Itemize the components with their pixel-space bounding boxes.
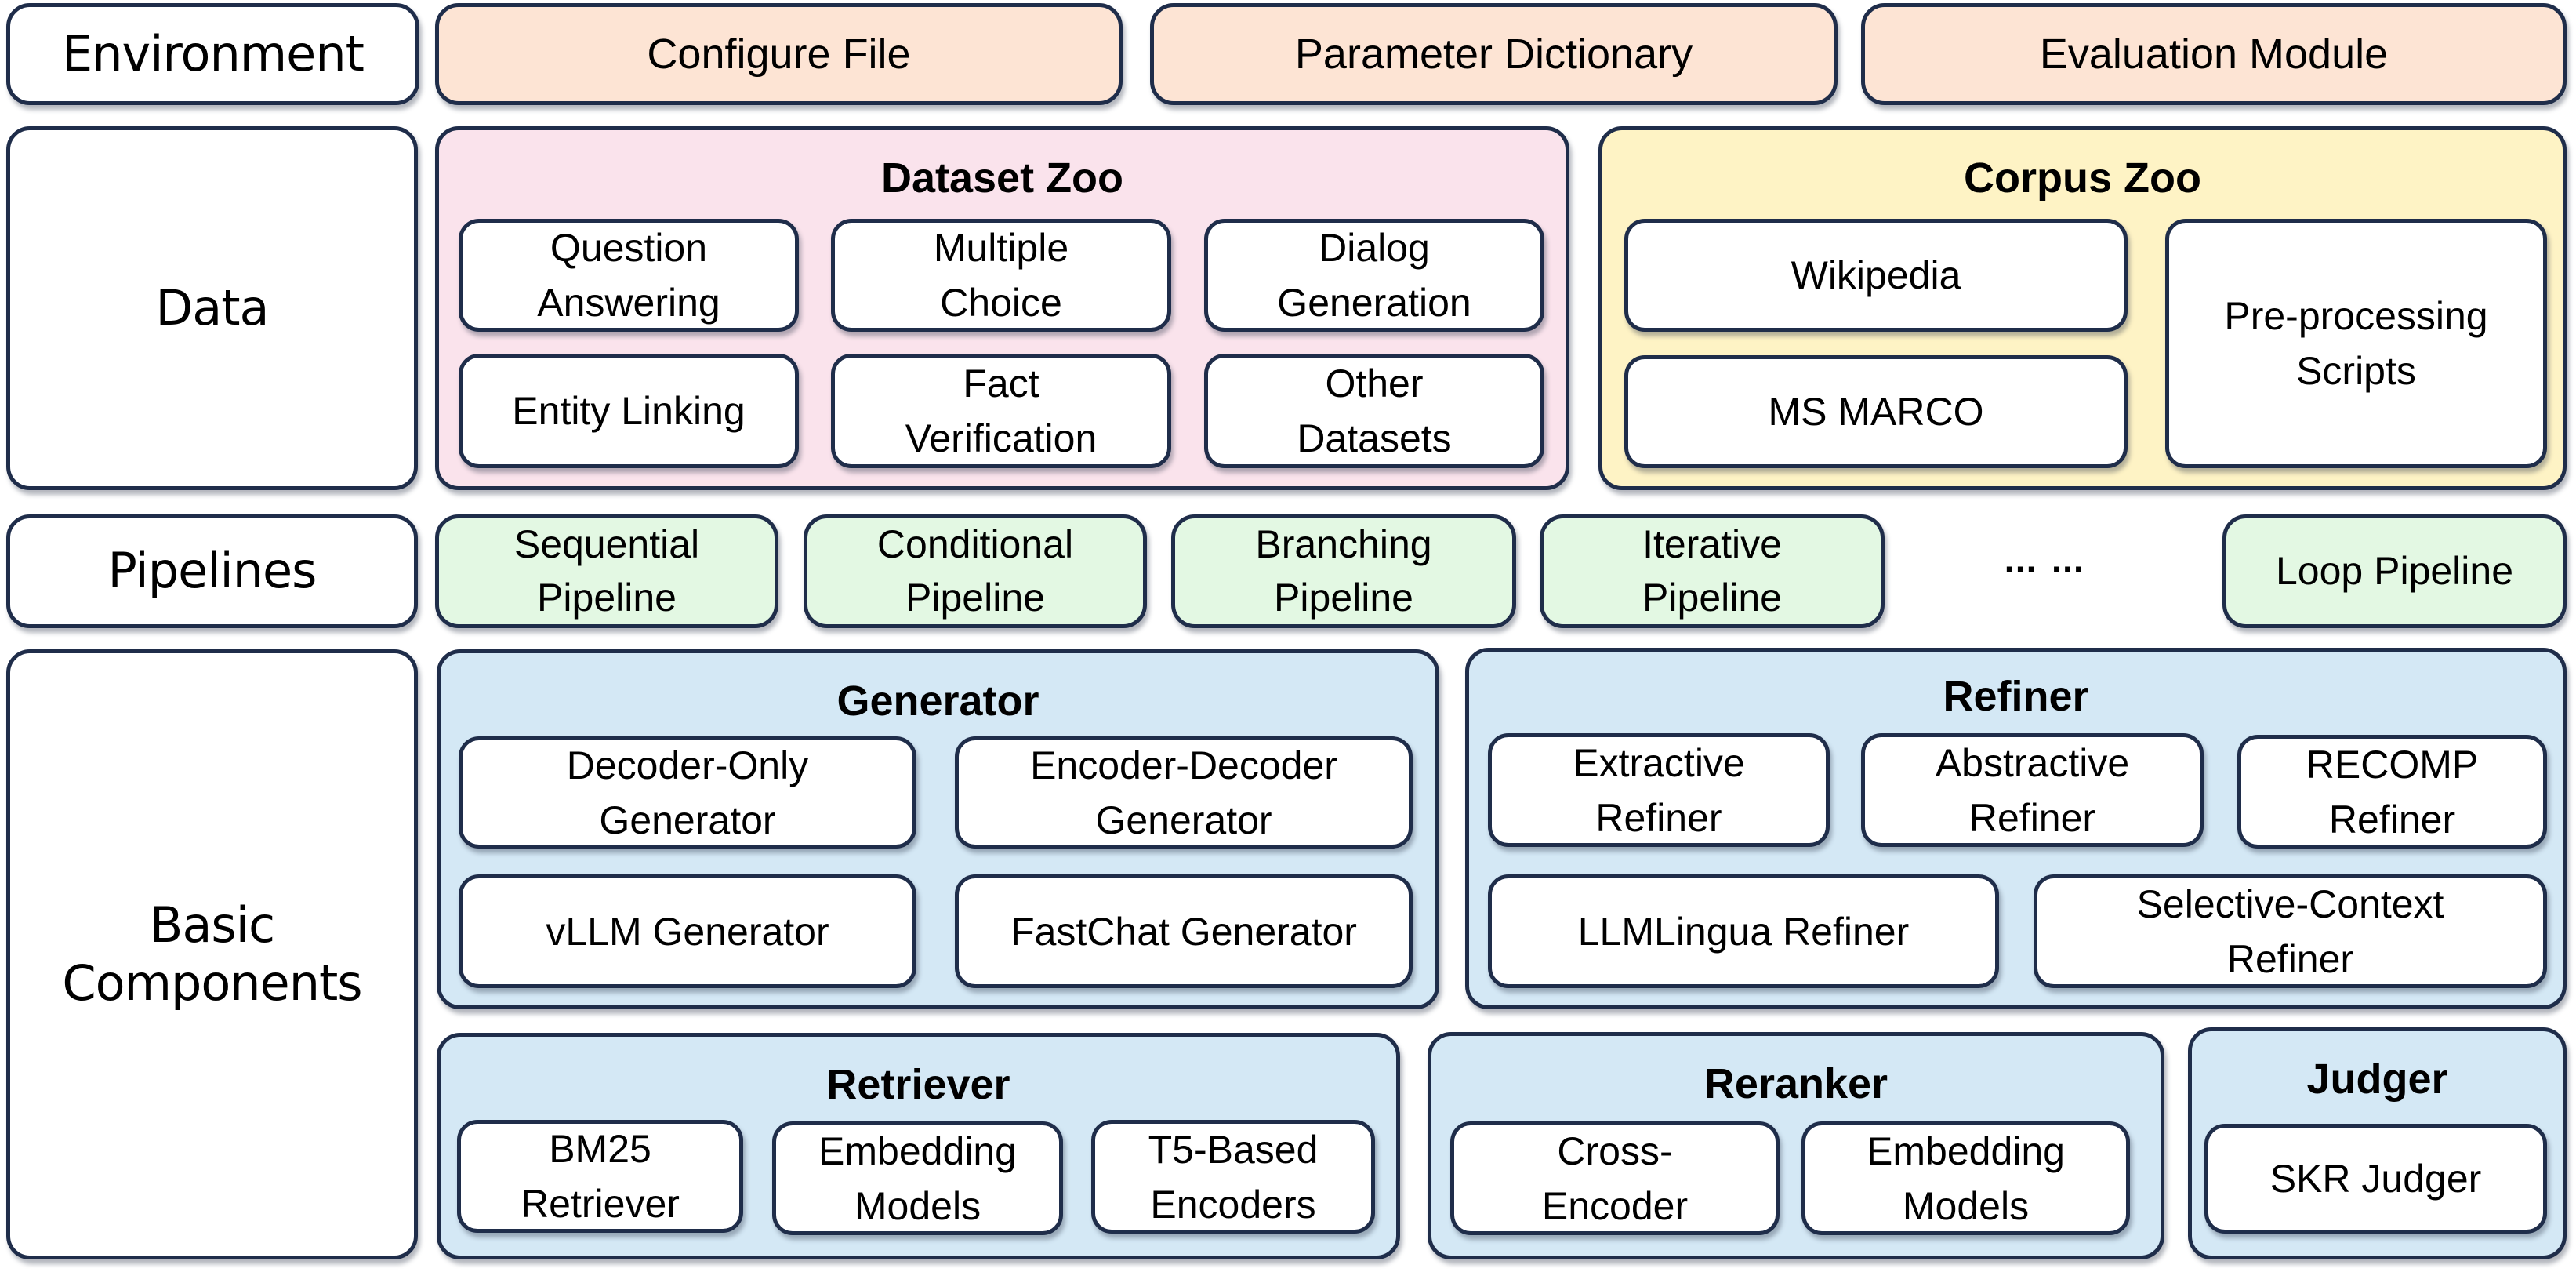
pipeline-branching-text: Branching Pipeline: [1255, 522, 1432, 620]
reranker-cross-encoder-text: Cross- Encoder: [1541, 1128, 1689, 1228]
generator-title: Generator: [836, 678, 1039, 725]
retriever-t5-based-encoders-text: T5-Based Encoders: [1148, 1127, 1319, 1227]
refiner-selective-context[interactable]: Selective-Context Refiner: [2034, 874, 2547, 988]
refiner-selective-context-text: Selective-Context Refiner: [2136, 881, 2444, 981]
corpus-ms-marco-text: MS MARCO: [1768, 390, 1984, 434]
pipeline-iterative-text: Iterative Pipeline: [1642, 522, 1782, 620]
retriever-t5-based-encoders[interactable]: T5-Based Encoders: [1091, 1120, 1375, 1234]
env-configure-file[interactable]: Configure File: [435, 3, 1123, 105]
judger-skr-text: SKR Judger: [2269, 1157, 2482, 1201]
dataset-entity-linking[interactable]: Entity Linking: [459, 354, 799, 468]
pipeline-loop-text: Loop Pipeline: [2275, 548, 2514, 593]
generator-fastchat-text: FastChat Generator: [1010, 909, 1357, 954]
retriever-bm25-text: BM25 Retriever: [521, 1127, 680, 1226]
dataset-fact-verification-text: Fact Verification: [905, 362, 1098, 460]
refiner-recomp[interactable]: RECOMP Refiner: [2237, 735, 2547, 849]
refiner-abstractive[interactable]: Abstractive Refiner: [1861, 733, 2204, 847]
dataset-multiple-choice-text: Multiple Choice: [933, 226, 1069, 325]
dataset-zoo-title: Dataset Zoo: [880, 154, 1124, 202]
dataset-entity-linking-text: Entity Linking: [512, 389, 746, 433]
generator-encoder-decoder[interactable]: Encoder-Decoder Generator: [955, 736, 1413, 849]
retriever-embedding-models[interactable]: Embedding Models: [772, 1121, 1063, 1235]
dataset-fact-verification[interactable]: Fact Verification: [831, 354, 1171, 468]
generator-fastchat[interactable]: FastChat Generator: [955, 874, 1413, 988]
generator-decoder-only[interactable]: Decoder-Only Generator: [459, 736, 916, 849]
reranker-embedding-models-text: Embedding Models: [1867, 1128, 2065, 1228]
generator-vllm-text: vLLM Generator: [546, 909, 829, 954]
dataset-multiple-choice[interactable]: Multiple Choice: [831, 219, 1171, 332]
refiner-extractive-text: Extractive Refiner: [1573, 740, 1745, 840]
row-label-pipelines-text: Pipelines: [107, 542, 317, 600]
retriever-embedding-models-text: Embedding Models: [818, 1128, 1017, 1228]
reranker-cross-encoder[interactable]: Cross- Encoder: [1450, 1121, 1780, 1235]
refiner-recomp-text: RECOMP Refiner: [2306, 742, 2479, 841]
generator-decoder-only-text: Decoder-Only Generator: [566, 743, 809, 842]
corpus-ms-marco[interactable]: MS MARCO: [1624, 355, 2128, 468]
refiner-llmlingua-text: LLMLingua Refiner: [1577, 909, 1910, 954]
pipeline-ellipsis: … …: [2003, 541, 2087, 580]
env-parameter-dictionary[interactable]: Parameter Dictionary: [1150, 3, 1838, 105]
row-label-pipelines: Pipelines: [6, 514, 418, 628]
env-evaluation-module-text: Evaluation Module: [2039, 31, 2389, 78]
refiner-abstractive-text: Abstractive Refiner: [1935, 740, 2130, 840]
dataset-dialog-generation[interactable]: Dialog Generation: [1204, 219, 1544, 332]
row-label-basic-components-text: Basic Components: [62, 896, 362, 1012]
dataset-other-datasets[interactable]: Other Datasets: [1204, 354, 1544, 468]
refiner-title: Refiner: [1943, 673, 2089, 720]
pipeline-conditional-text: Conditional Pipeline: [876, 522, 1074, 620]
pipeline-iterative[interactable]: Iterative Pipeline: [1540, 514, 1885, 628]
dataset-question-answering-text: Question Answering: [537, 226, 720, 325]
env-configure-file-text: Configure File: [647, 31, 911, 78]
reranker-title: Reranker: [1703, 1060, 1888, 1107]
pipeline-sequential[interactable]: Sequential Pipeline: [435, 514, 778, 628]
corpus-wikipedia[interactable]: Wikipedia: [1624, 219, 2128, 332]
judger-skr[interactable]: SKR Judger: [2204, 1124, 2547, 1234]
pipeline-conditional[interactable]: Conditional Pipeline: [804, 514, 1147, 628]
dataset-dialog-generation-text: Dialog Generation: [1277, 226, 1471, 325]
dataset-other-datasets-text: Other Datasets: [1297, 362, 1452, 460]
generator-encoder-decoder-text: Encoder-Decoder Generator: [1030, 743, 1337, 842]
pipeline-loop[interactable]: Loop Pipeline: [2222, 514, 2567, 628]
retriever-bm25[interactable]: BM25 Retriever: [457, 1120, 743, 1233]
corpus-wikipedia-text: Wikipedia: [1791, 253, 1961, 297]
row-label-data-text: Data: [155, 278, 269, 336]
retriever-title: Retriever: [826, 1061, 1010, 1108]
corpus-zoo-title: Corpus Zoo: [1964, 154, 2201, 202]
row-label-data: Data: [6, 126, 418, 490]
corpus-preprocessing-scripts[interactable]: Pre-processing Scripts: [2165, 219, 2547, 468]
row-label-basic-components: Basic Components: [6, 649, 418, 1259]
dataset-question-answering[interactable]: Question Answering: [459, 219, 799, 332]
row-label-environment-text: Environment: [62, 24, 365, 82]
refiner-extractive[interactable]: Extractive Refiner: [1488, 733, 1830, 847]
env-parameter-dictionary-text: Parameter Dictionary: [1294, 31, 1693, 78]
pipeline-sequential-text: Sequential Pipeline: [513, 522, 700, 620]
pipeline-branching[interactable]: Branching Pipeline: [1171, 514, 1516, 628]
corpus-preprocessing-scripts-text: Pre-processing Scripts: [2224, 294, 2488, 393]
generator-vllm[interactable]: vLLM Generator: [459, 874, 916, 988]
refiner-llmlingua[interactable]: LLMLingua Refiner: [1488, 874, 1999, 988]
reranker-embedding-models[interactable]: Embedding Models: [1801, 1121, 2130, 1235]
env-evaluation-module[interactable]: Evaluation Module: [1861, 3, 2567, 105]
judger-title: Judger: [2306, 1056, 2448, 1103]
row-label-environment: Environment: [6, 3, 419, 105]
